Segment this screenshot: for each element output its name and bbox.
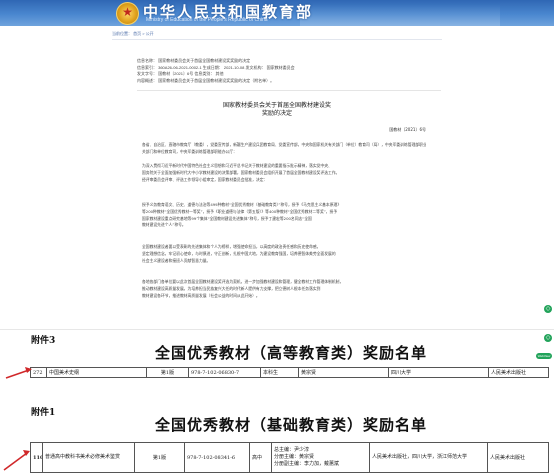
- document-title-line-1: 国家教材委员会关于首届全国教材建设奖: [222, 102, 331, 109]
- paragraph-line: 授予义务教育语文、历史、道德与法治等499种教材“全国优秀教材（基础教育类）”称…: [142, 202, 342, 207]
- floating-green-dot-icon[interactable]: ◇: [544, 305, 552, 313]
- red-arrow-icon: [5, 367, 32, 379]
- paragraph-line: 等200种教材“全国优秀教材一等奖”，授予《职业道德与法律（第五版）》等400种…: [142, 208, 338, 214]
- paragraph-line: 国务院关于全面加强新时代大中小学教材建设的决策部署，国家教材委员会组织开展了首届…: [142, 169, 340, 175]
- editors: 总主编：尹少淳 分册主编：黄宗贤 分册副主编：李力加，戴蕙斌: [271, 442, 370, 473]
- attachment-1-title: 全国优秀教材（基础教育类）奖励名单: [154, 416, 427, 434]
- breadcrumb[interactable]: 当前位置： 首页 > 公开: [112, 31, 154, 37]
- school: 四川大学: [388, 367, 489, 378]
- red-arrow-icon: [3, 450, 30, 471]
- textbook-name: 中国美术史纲: [46, 367, 147, 378]
- edition: 第1版: [134, 442, 185, 473]
- meta-index-row: 信息索引： 360A26-06-2021-0002-1 生成日期： 2021-1…: [137, 64, 295, 70]
- meta-title-row: 信息名称： 国家教材委员会关于首届全国教材建设奖奖励的决定: [137, 58, 251, 63]
- salutation-line-2: 关部门和单位教育司，中央军委训练管理部职能办公厅：: [142, 148, 237, 154]
- site-subtitle: Ministry of Education of the People's Re…: [146, 17, 268, 23]
- units: 人民美术出版社，四川大学，浙江师范大学: [369, 442, 488, 473]
- paragraph-line: 教材建设各环节，推进教材高质量发展（社会公益的时间从此开始）。: [142, 292, 260, 298]
- document-salutation: 各省、自治区、直辖市教育厅（教委），党委宣传部，新疆生产建设兵团教育局、党委宣传…: [142, 142, 426, 156]
- school-stage: 高中: [249, 442, 272, 473]
- meta-summary-row: 内容概述： 国家教材委员会关于首届全国教材建设奖奖励的决定（附名单）。: [137, 77, 275, 83]
- education-level: 本科生: [260, 367, 299, 378]
- editor-chief: 总主编：尹少淳: [274, 447, 310, 453]
- publisher: 人民美术出版社: [488, 367, 549, 378]
- document-paragraph-1: 为深入贯彻习近平新时代中国特色社会主义思想和习近平总书记关于教材建设的重要指示批…: [142, 163, 426, 183]
- basic-education-award-table: 110 普通高中教科书美术必修美术鉴赏 第1版 978-7-102-08341-…: [30, 442, 549, 473]
- document-title-line-2: 奖励的决定: [261, 110, 292, 117]
- textbook-name: 普通高中教科书美术必修美术鉴赏: [42, 442, 135, 473]
- salutation-line-1: 各省、自治区、直辖市教育厅（教委），党委宣传部，新疆生产建设兵团教育局、党委宣传…: [142, 142, 426, 147]
- document-number: 国教材〔2021〕6号: [389, 127, 426, 132]
- national-emblem-icon: ★: [116, 2, 139, 25]
- paragraph-line: 经评审委员会评审、评选工作领导小组审定，国家教材委员会批准，决定：: [142, 176, 268, 182]
- document-paragraph-2: 授予义务教育语文、历史、道德与法治等499种教材“全国优秀教材（基础教育类）”称…: [142, 202, 426, 229]
- meta-divider: [137, 90, 441, 91]
- attachment-3-title: 全国优秀教材（高等教育类）奖励名单: [154, 344, 427, 362]
- document-meta: 信息名称： 国家教材委员会关于首届全国教材建设奖奖励的决定 信息索引： 360A…: [137, 58, 437, 84]
- section-divider: [0, 329, 554, 330]
- author: 黄宗贤: [298, 367, 389, 378]
- paragraph-line: 全国教材建设者要以受表彰的先进集体和个人为榜样，增强使命担当，以高度的政治责任感…: [142, 244, 321, 249]
- paragraph-line: 教材建设先进个人”称号。: [142, 222, 186, 228]
- editor-sub-2: 分册副主编：李力加，戴蕙斌: [274, 461, 340, 467]
- document-paragraph-4: 各地各部门各单位要以此次首届全国教材建设奖评选为契机，进一步加强教材建设和管理，…: [142, 279, 426, 299]
- meta-number-row: 发文字号： 国教材〔2021〕6号 信息类别： 其他: [137, 71, 224, 77]
- table-row: 110 普通高中教科书美术必修美术鉴赏 第1版 978-7-102-08341-…: [30, 442, 549, 473]
- document-paragraph-3: 全国教材建设者要以受表彰的先进集体和个人为榜样，增强使命担当，以高度的政治责任感…: [142, 244, 426, 264]
- paragraph-line: 坚定理想信念，牢记初心使命，与时俱进，守正创新，扎根中国大地，为建设教育强国，培…: [142, 250, 336, 256]
- breadcrumb-divider: [112, 39, 442, 40]
- floating-green-dot-icon[interactable]: ◇: [544, 334, 552, 342]
- editor-sub: 分册主编：黄宗贤: [274, 454, 315, 460]
- isbn: 978-7-102-06830-7: [188, 367, 261, 378]
- table-row: 272 中国美术史纲 第1版 978-7-102-06830-7 本科生 黄宗贤…: [30, 367, 549, 378]
- row-index: 110: [30, 442, 43, 473]
- isbn: 978-7-102-08341-6: [184, 442, 250, 473]
- higher-education-award-table: 272 中国美术史纲 第1版 978-7-102-06830-7 本科生 黄宗贤…: [30, 367, 549, 378]
- document-title: 国家教材委员会关于首届全国教材建设奖 奖励的决定: [112, 102, 442, 118]
- publisher: 人民美术出版社: [487, 442, 549, 473]
- banner-skyline: [300, 4, 500, 26]
- paragraph-line: 国家教材建设重点研究基地等99个集体“全国教材建设先进集体”称号，授予丁建宏等2…: [142, 215, 312, 221]
- paragraph-line: 推动教材建设高质量发展，为培养担当民族复兴大任的时代新人提供有力支撑，把立德树人…: [142, 285, 321, 291]
- edition: 第1版: [146, 367, 189, 378]
- site-banner: ★ 中华人民共和国教育部 Ministry of Education of th…: [0, 0, 554, 26]
- paragraph-line: 为深入贯彻习近平新时代中国特色社会主义思想和习近平总书记关于教材建设的重要指示批…: [142, 163, 332, 168]
- paragraph-line: 各地各部门各单位要以此次首届全国教材建设奖评选为契机，进一步加强教材建设和管理，…: [142, 279, 344, 284]
- paragraph-line: 社会主义建设者和接班人贡献智慧力量。: [142, 257, 211, 263]
